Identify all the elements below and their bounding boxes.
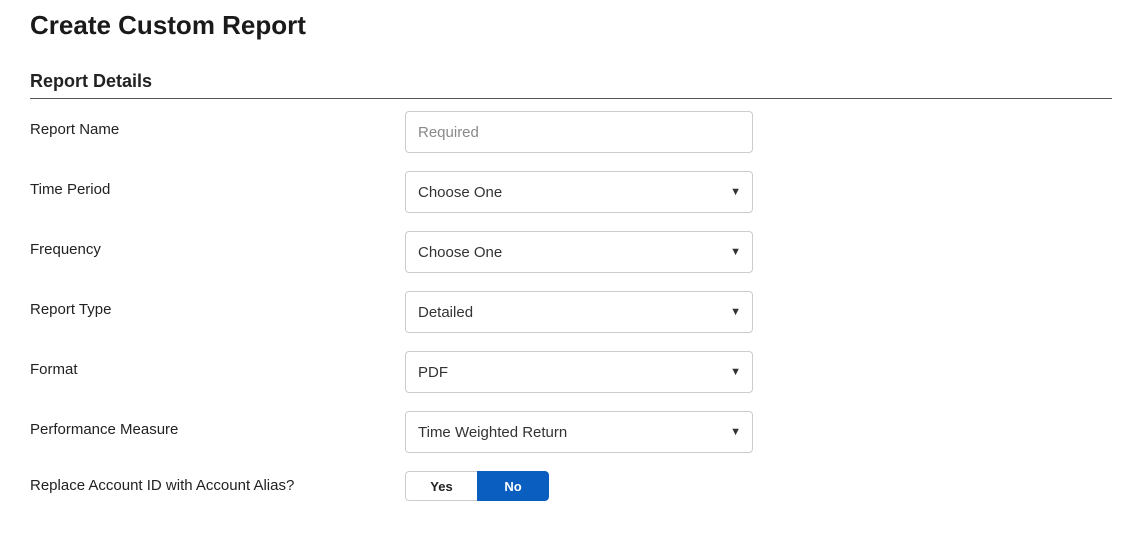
row-performance-measure: Performance Measure Time Weighted Return… xyxy=(30,411,1112,453)
label-performance-measure: Performance Measure xyxy=(30,411,405,438)
toggle-replace-alias: Yes No xyxy=(405,471,549,501)
toggle-no-button[interactable]: No xyxy=(477,471,549,501)
label-replace-alias: Replace Account ID with Account Alias? xyxy=(30,471,405,494)
label-format: Format xyxy=(30,351,405,378)
row-report-name: Report Name xyxy=(30,111,1112,153)
select-performance-measure[interactable]: Time Weighted Return xyxy=(405,411,753,453)
toggle-yes-button[interactable]: Yes xyxy=(405,471,477,501)
label-report-type: Report Type xyxy=(30,291,405,318)
row-time-period: Time Period Choose One ▼ xyxy=(30,171,1112,213)
select-frequency[interactable]: Choose One xyxy=(405,231,753,273)
select-report-type[interactable]: Detailed xyxy=(405,291,753,333)
section-header-report-details: Report Details xyxy=(30,71,1112,99)
label-frequency: Frequency xyxy=(30,231,405,258)
row-replace-alias: Replace Account ID with Account Alias? Y… xyxy=(30,471,1112,501)
select-format[interactable]: PDF xyxy=(405,351,753,393)
label-time-period: Time Period xyxy=(30,171,405,198)
row-report-type: Report Type Detailed ▼ xyxy=(30,291,1112,333)
label-report-name: Report Name xyxy=(30,111,405,138)
row-format: Format PDF ▼ xyxy=(30,351,1112,393)
input-report-name[interactable] xyxy=(405,111,753,153)
row-frequency: Frequency Choose One ▼ xyxy=(30,231,1112,273)
select-time-period[interactable]: Choose One xyxy=(405,171,753,213)
page-title: Create Custom Report xyxy=(30,10,1112,41)
